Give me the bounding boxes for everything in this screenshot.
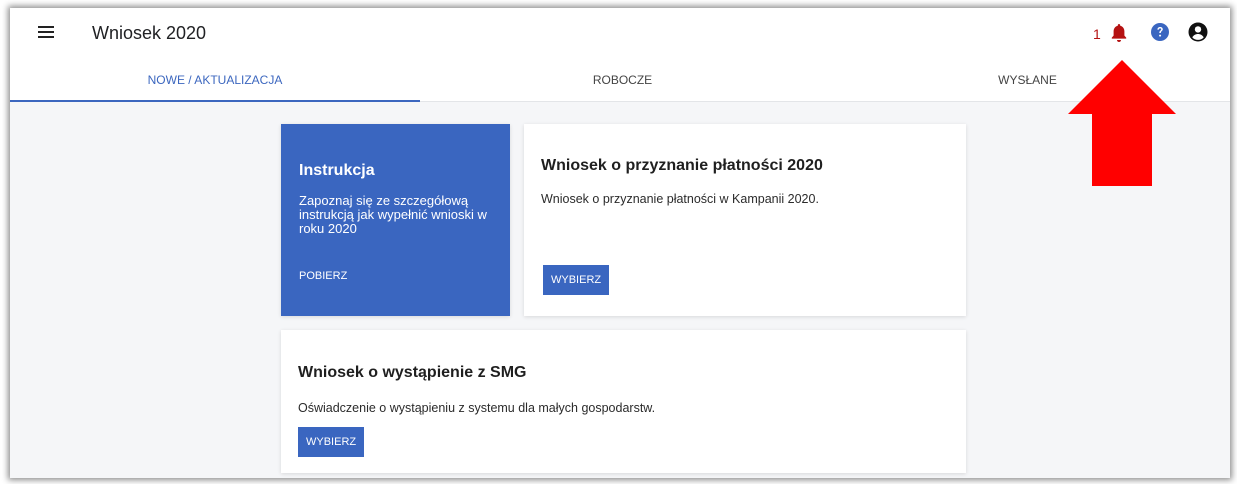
tab-nowe-aktualizacja[interactable]: NOWE / AKTUALIZACJA <box>10 58 420 102</box>
page-title: Wniosek 2020 <box>92 23 207 43</box>
smg-card-description: Oświadczenie o wystąpieniu z systemu dla… <box>298 401 656 415</box>
payment-application-card: Wniosek o przyznanie płatności 2020 Wnio… <box>524 124 966 316</box>
top-bar: Wniosek 2020 1 <box>10 8 1230 58</box>
payment-card-title: Wniosek o przyznanie płatności 2020 <box>541 157 823 174</box>
account-icon[interactable] <box>1188 22 1208 42</box>
smg-card-title: Wniosek o wystąpienie z SMG <box>298 364 527 381</box>
download-link[interactable]: POBIERZ <box>299 270 347 282</box>
notification-count: 1 <box>1093 26 1101 42</box>
help-icon[interactable] <box>1150 22 1170 42</box>
instruction-title: Instrukcja <box>299 162 375 179</box>
instruction-description: Zapoznaj się ze szczegółową instrukcją j… <box>299 193 487 236</box>
hamburger-menu-icon[interactable] <box>38 26 54 38</box>
annotation-arrow-icon <box>1068 60 1176 186</box>
payment-card-description: Wniosek o przyznanie płatności w Kampani… <box>541 192 819 206</box>
tab-bar: NOWE / AKTUALIZACJA ROBOCZE WYSŁANE <box>10 58 1230 102</box>
select-smg-button[interactable]: WYBIERZ <box>298 427 365 457</box>
smg-application-card: Wniosek o wystąpienie z SMG Oświadczenie… <box>281 330 966 473</box>
select-payment-button[interactable]: WYBIERZ <box>543 265 610 295</box>
bell-icon[interactable] <box>1110 23 1128 43</box>
app-window: Wniosek 2020 1 NOWE / AKTUALIZACJA ROBOC… <box>10 8 1230 478</box>
instruction-card: Instrukcja Zapoznaj się ze szczegółową i… <box>281 124 510 316</box>
tab-robocze[interactable]: ROBOCZE <box>420 58 825 102</box>
